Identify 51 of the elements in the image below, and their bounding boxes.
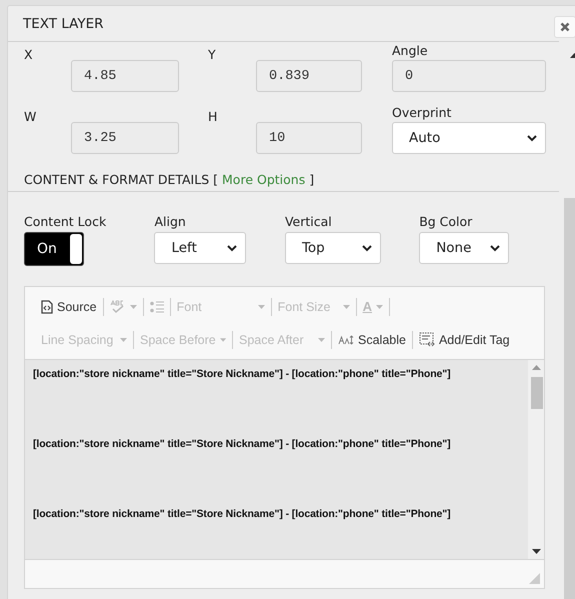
scrollbar-thumb[interactable] bbox=[531, 377, 543, 409]
resize-text-icon bbox=[338, 334, 354, 344]
content-lock-toggle[interactable]: On bbox=[24, 232, 84, 266]
text-editor[interactable] bbox=[25, 360, 544, 559]
field-label: H bbox=[208, 108, 218, 124]
overprint-select[interactable]: Auto bbox=[392, 122, 546, 154]
dropdown-select[interactable]: Top bbox=[284, 232, 381, 264]
caret-icon bbox=[120, 338, 127, 342]
close-icon bbox=[560, 22, 570, 32]
section-heading: CONTENT & FORMAT DETAILS [ More Options ] bbox=[24, 172, 314, 187]
number-field[interactable]: 10 bbox=[256, 122, 362, 154]
content-line: [location:"store nickname" title="Store Nickname"] - [location:"phone" title="Phone"] bbox=[33, 508, 452, 520]
dropdown-select[interactable]: Left bbox=[154, 232, 246, 264]
field-label: Bg Color bbox=[419, 214, 474, 229]
chevron-icon bbox=[362, 244, 372, 252]
more-options-link[interactable]: More Options bbox=[222, 172, 306, 187]
chevron-icon bbox=[490, 244, 500, 252]
number-field[interactable]: 4.85 bbox=[71, 60, 179, 92]
number-field[interactable]: 0.839 bbox=[256, 60, 362, 92]
caret-icon bbox=[318, 338, 325, 342]
field-label: W bbox=[24, 108, 36, 124]
caret-icon bbox=[258, 304, 265, 308]
field-label: Vertical bbox=[284, 214, 333, 229]
toolbar-button[interactable]: Source bbox=[37, 294, 101, 318]
resize-grip-icon[interactable] bbox=[529, 573, 540, 584]
field-label: Angle bbox=[392, 43, 429, 58]
field-label: Y bbox=[208, 46, 216, 62]
list-icon bbox=[150, 300, 164, 312]
caret-icon bbox=[130, 304, 137, 308]
close-button[interactable] bbox=[554, 16, 575, 38]
field-label: Content Lock bbox=[24, 214, 108, 229]
panel-title: TEXT LAYER bbox=[23, 16, 104, 32]
field-label: Overprint bbox=[392, 105, 452, 120]
source-icon bbox=[41, 300, 53, 314]
chevron-icon bbox=[527, 134, 537, 142]
field-label: Align bbox=[154, 214, 187, 229]
chevron-icon bbox=[227, 244, 238, 252]
number-field[interactable]: 0 bbox=[392, 60, 546, 92]
caret-icon bbox=[220, 338, 226, 342]
dropdown-select[interactable]: None bbox=[419, 232, 510, 264]
scroll-down-icon[interactable] bbox=[532, 549, 541, 554]
tag-icon bbox=[418, 332, 435, 347]
toolbar-button[interactable]: Add/Edit Tag bbox=[414, 328, 514, 352]
content-line: [location:"store nickname" title="Store Nickname"] - [location:"phone" title="Phone"] bbox=[33, 368, 452, 380]
caret-icon bbox=[376, 304, 383, 308]
content-line: [location:"store nickname" title="Store Nickname"] - [location:"phone" title="Phone"] bbox=[33, 438, 452, 450]
spellcheck-icon bbox=[110, 300, 126, 314]
field-label: X bbox=[24, 46, 33, 62]
toolbar-button[interactable]: Scalable bbox=[334, 328, 410, 352]
caret-icon bbox=[342, 304, 350, 308]
number-field[interactable]: 3.25 bbox=[71, 122, 179, 154]
